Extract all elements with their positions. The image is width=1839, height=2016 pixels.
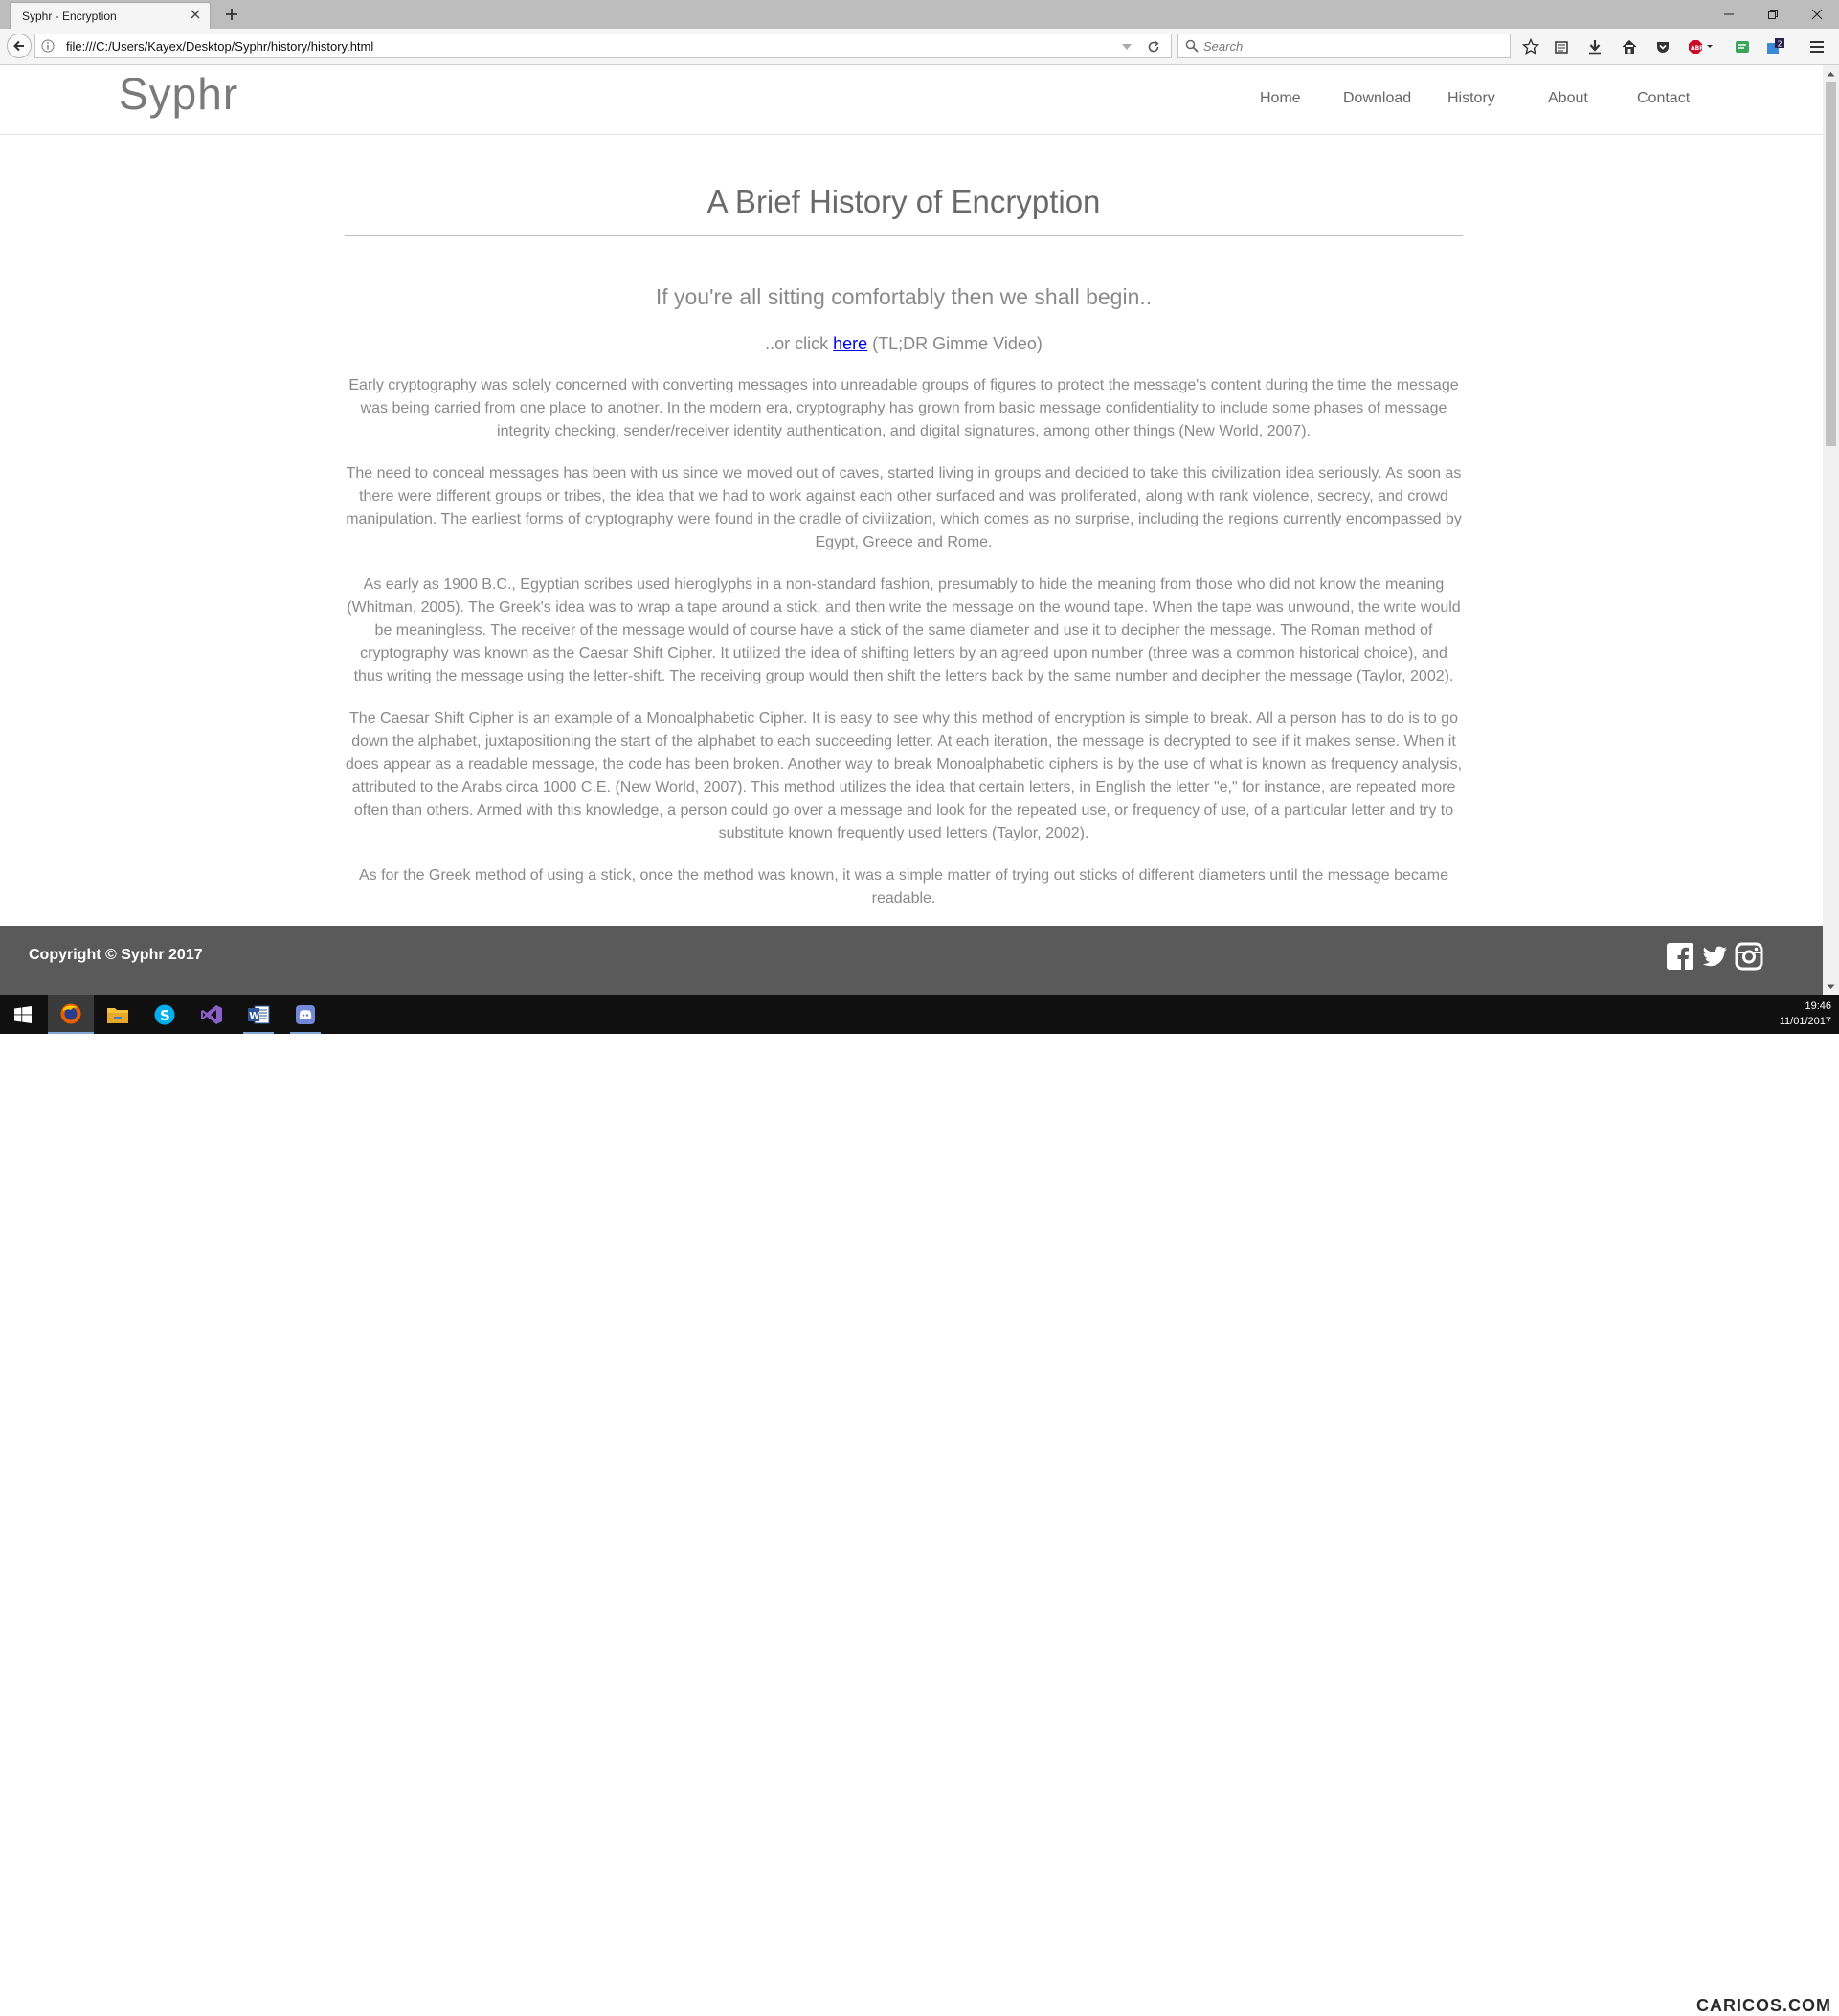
search-placeholder: Search (1203, 39, 1244, 54)
watermark-text: CARICOS.COM (1696, 1996, 1831, 2015)
download-icon[interactable] (1585, 37, 1604, 56)
reload-icon[interactable] (1146, 39, 1161, 55)
taskbar-firefox[interactable] (48, 995, 94, 1034)
nav-link-history[interactable]: History (1447, 90, 1495, 107)
title-divider (345, 235, 1463, 236)
restore-icon (1768, 10, 1778, 19)
article-content: A Brief History of Encryption If you're … (345, 178, 1463, 910)
close-window-button[interactable] (1795, 0, 1839, 29)
site-header: Syphr Home Download History About Contac… (0, 65, 1823, 135)
word-icon: W (248, 1005, 270, 1023)
scroll-down-arrow[interactable] (1823, 978, 1839, 995)
taskbar-discord[interactable] (282, 995, 328, 1034)
article-paragraph: As for the Greek method of using a stick… (358, 867, 1449, 907)
search-icon (1185, 39, 1199, 53)
pocket-icon[interactable] (1653, 37, 1672, 56)
page-title: A Brief History of Encryption (706, 184, 1101, 219)
article-paragraph: The Caesar Shift Cipher is an example of… (345, 710, 1463, 841)
site-logo[interactable]: Syphr (119, 68, 238, 120)
minimize-icon (1724, 13, 1734, 15)
taskbar-file-explorer[interactable] (95, 995, 141, 1034)
site-footer: Copyright © Syphr 2017 (0, 926, 1823, 995)
browser-tab[interactable]: Syphr - Encryption (10, 2, 211, 29)
intro-heading: If you're all sitting comfortably then w… (655, 284, 1153, 309)
visual-studio-icon (201, 1004, 222, 1024)
tldr-suffix: (TL;DR Gimme Video) (867, 334, 1043, 353)
scroll-up-arrow[interactable] (1823, 65, 1839, 81)
new-tab-icon[interactable] (224, 7, 239, 22)
scrollbar-thumb[interactable] (1826, 82, 1836, 446)
windows-logo-icon (14, 1005, 32, 1023)
start-button[interactable] (0, 995, 46, 1034)
nav-link-about[interactable]: About (1548, 90, 1588, 107)
taskbar-skype[interactable]: S (142, 995, 188, 1034)
taskbar-visual-studio[interactable] (189, 995, 235, 1034)
page-viewport: Syphr Home Download History About Contac… (0, 65, 1823, 995)
bookmarks-menu-icon[interactable] (1552, 37, 1571, 56)
extension-badge-count: 2 (1778, 40, 1783, 49)
clock-time: 19:46 (1805, 1000, 1831, 1012)
folder-icon (107, 1007, 128, 1023)
svg-text:S: S (160, 1007, 170, 1024)
restore-window-button[interactable] (1751, 0, 1795, 29)
tldr-line: ..or click here (TL;DR Gimme Video) (345, 332, 1463, 355)
page-scrollbar[interactable] (1823, 65, 1839, 995)
adblock-plus-icon[interactable]: ABP (1687, 37, 1717, 56)
svg-text:ABP: ABP (1691, 45, 1704, 52)
nav-link-contact[interactable]: Contact (1637, 90, 1690, 107)
taskbar-word[interactable]: W (235, 995, 281, 1034)
bookmark-star-icon[interactable] (1521, 37, 1540, 56)
instagram-icon[interactable] (1735, 942, 1763, 971)
article-paragraph: Early cryptography was solely concerned … (348, 377, 1459, 439)
notifications-extension-icon[interactable]: 2 (1766, 37, 1785, 56)
article-paragraph: The need to conceal messages has been wi… (346, 465, 1462, 550)
nav-link-download[interactable]: Download (1343, 90, 1411, 107)
search-bar[interactable]: Search (1177, 34, 1511, 58)
extension-green-icon[interactable] (1733, 37, 1752, 56)
back-button[interactable] (7, 34, 32, 58)
url-text[interactable]: file:///C:/Users/Kayex/Desktop/Syphr/his… (66, 39, 373, 54)
clock-date: 11/01/2017 (1779, 1016, 1831, 1027)
taskbar-clock[interactable]: 19:46 11/01/2017 (1780, 998, 1831, 1029)
twitter-icon[interactable] (1700, 942, 1729, 971)
url-history-dropdown-icon[interactable] (1121, 42, 1133, 52)
windows-taskbar: S W CARICOS.COM 19:46 11/01/2017 (0, 995, 1839, 2015)
skype-icon: S (154, 1004, 175, 1024)
tab-title: Syphr - Encryption (22, 10, 117, 23)
browser-tab-bar: Syphr - Encryption (0, 0, 1839, 29)
window-controls (1707, 0, 1839, 29)
nav-link-home[interactable]: Home (1260, 90, 1301, 107)
info-icon[interactable] (41, 39, 55, 53)
discord-icon (296, 1004, 315, 1024)
browser-navigation-bar: file:///C:/Users/Kayex/Desktop/Syphr/his… (0, 29, 1839, 65)
close-icon (1811, 9, 1823, 20)
address-bar[interactable]: file:///C:/Users/Kayex/Desktop/Syphr/his… (34, 34, 1172, 58)
facebook-icon[interactable] (1666, 942, 1694, 971)
tldr-prefix: ..or click (765, 334, 834, 353)
close-tab-icon[interactable] (189, 8, 202, 21)
copyright-text: Copyright © Syphr 2017 (29, 947, 203, 963)
minimize-window-button[interactable] (1707, 0, 1751, 29)
firefox-icon (60, 1003, 81, 1023)
video-link[interactable]: here (833, 334, 867, 353)
hamburger-menu-icon[interactable] (1807, 37, 1827, 56)
arrow-left-icon (13, 40, 24, 52)
article-paragraph: As early as 1900 B.C., Egyptian scribes … (347, 576, 1461, 684)
svg-text:W: W (249, 1011, 259, 1021)
home-icon[interactable] (1620, 37, 1639, 56)
